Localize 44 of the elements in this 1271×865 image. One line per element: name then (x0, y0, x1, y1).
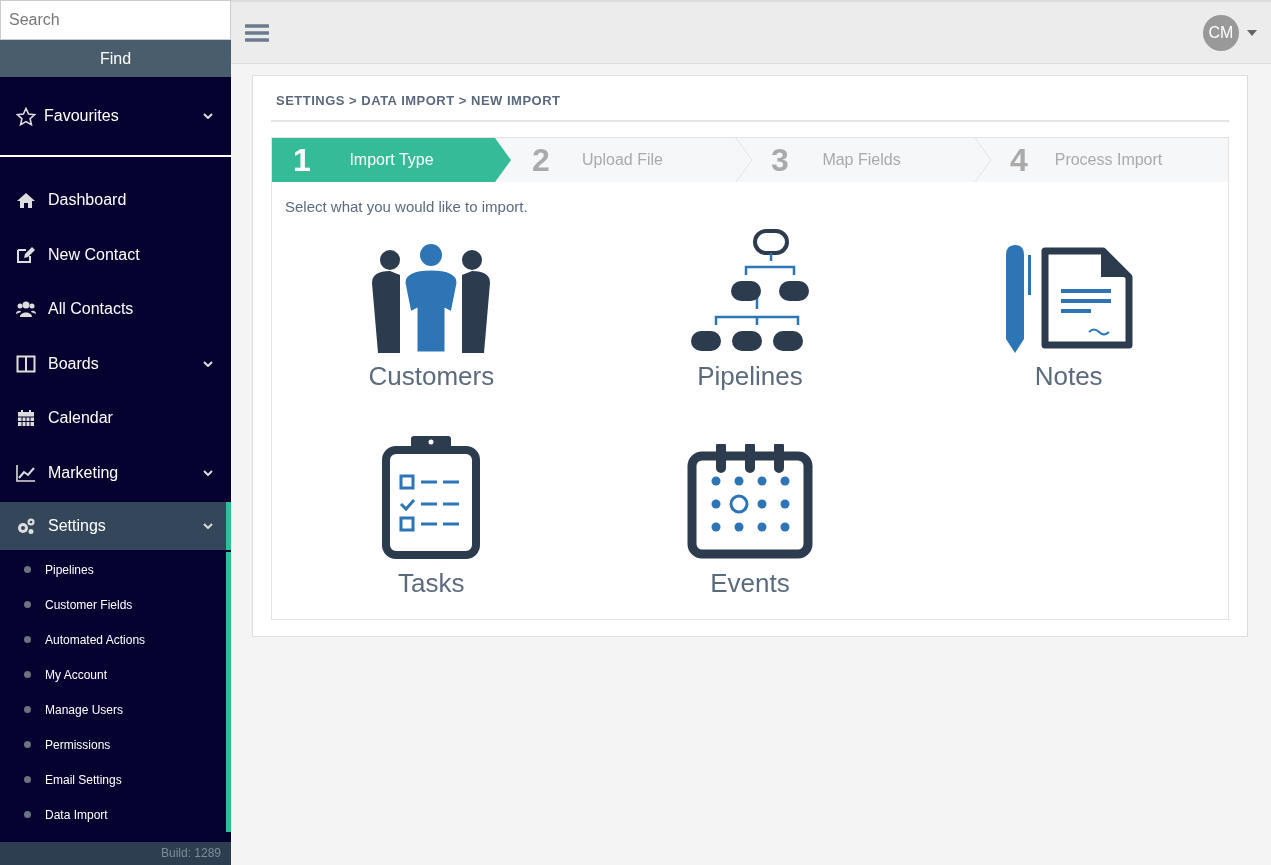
sidebar-menu-item[interactable]: Calendar (0, 391, 231, 446)
sidebar-menu-item[interactable]: All Contacts (0, 282, 231, 337)
submenu-item[interactable]: Email Settings (0, 762, 226, 797)
pen-and-document-icon (1004, 243, 1133, 353)
menu-icon[interactable] (245, 22, 269, 43)
home-icon (16, 191, 36, 210)
import-type-option[interactable]: Notes (909, 225, 1228, 392)
submenu-item[interactable]: My Account (0, 657, 226, 692)
users-icon (16, 300, 36, 319)
sidebar-menu-item[interactable]: Settings (0, 502, 231, 550)
chevron-down-icon (203, 469, 213, 476)
sidebar-menu-item[interactable]: Dashboard (0, 173, 231, 228)
favourites-menu-item[interactable]: Favourites (0, 77, 231, 157)
calendar-icon (16, 409, 36, 428)
sidebar-menu-item[interactable]: New Contact (0, 227, 231, 282)
import-type-option[interactable]: Pipelines (590, 225, 910, 392)
submenu-item[interactable]: Automated Actions (0, 622, 226, 657)
sidebar-menu-item[interactable]: Marketing (0, 445, 231, 500)
dropdown-caret-icon[interactable] (1247, 29, 1257, 36)
columns-icon (16, 354, 36, 373)
submenu-item[interactable]: Pipelines (0, 552, 226, 587)
chevron-down-icon (203, 360, 213, 367)
edit-icon (16, 245, 36, 264)
chevron-down-icon (203, 523, 213, 529)
clipboard-checklist-icon (381, 434, 482, 560)
star-icon (16, 106, 36, 126)
calendar-icon (687, 444, 813, 560)
sidebar-menu-item[interactable]: Boards (0, 336, 231, 391)
submenu-item[interactable]: Customer Fields (0, 587, 226, 622)
submenu-item[interactable]: Manage Users (0, 692, 226, 727)
import-type-option[interactable]: Tasks (272, 432, 591, 599)
import-type-option[interactable]: Events (590, 432, 910, 599)
search-field[interactable]: Search (0, 0, 231, 40)
import-type-option[interactable]: Customers (272, 225, 591, 392)
chart-icon (16, 463, 36, 482)
submenu-item[interactable]: Permissions (0, 727, 226, 762)
submenu-item[interactable]: Data Import (0, 797, 226, 832)
hierarchy-icon (691, 229, 809, 353)
find-button[interactable]: Find (0, 40, 231, 77)
chevron-down-icon (203, 113, 213, 119)
instruction-text: Select what you would like to import. (284, 197, 529, 217)
gears-icon (16, 517, 36, 535)
breadcrumb: SETTINGS > DATA IMPORT > NEW IMPORT (271, 76, 1229, 122)
build-number: Build: 1289 (0, 842, 231, 865)
